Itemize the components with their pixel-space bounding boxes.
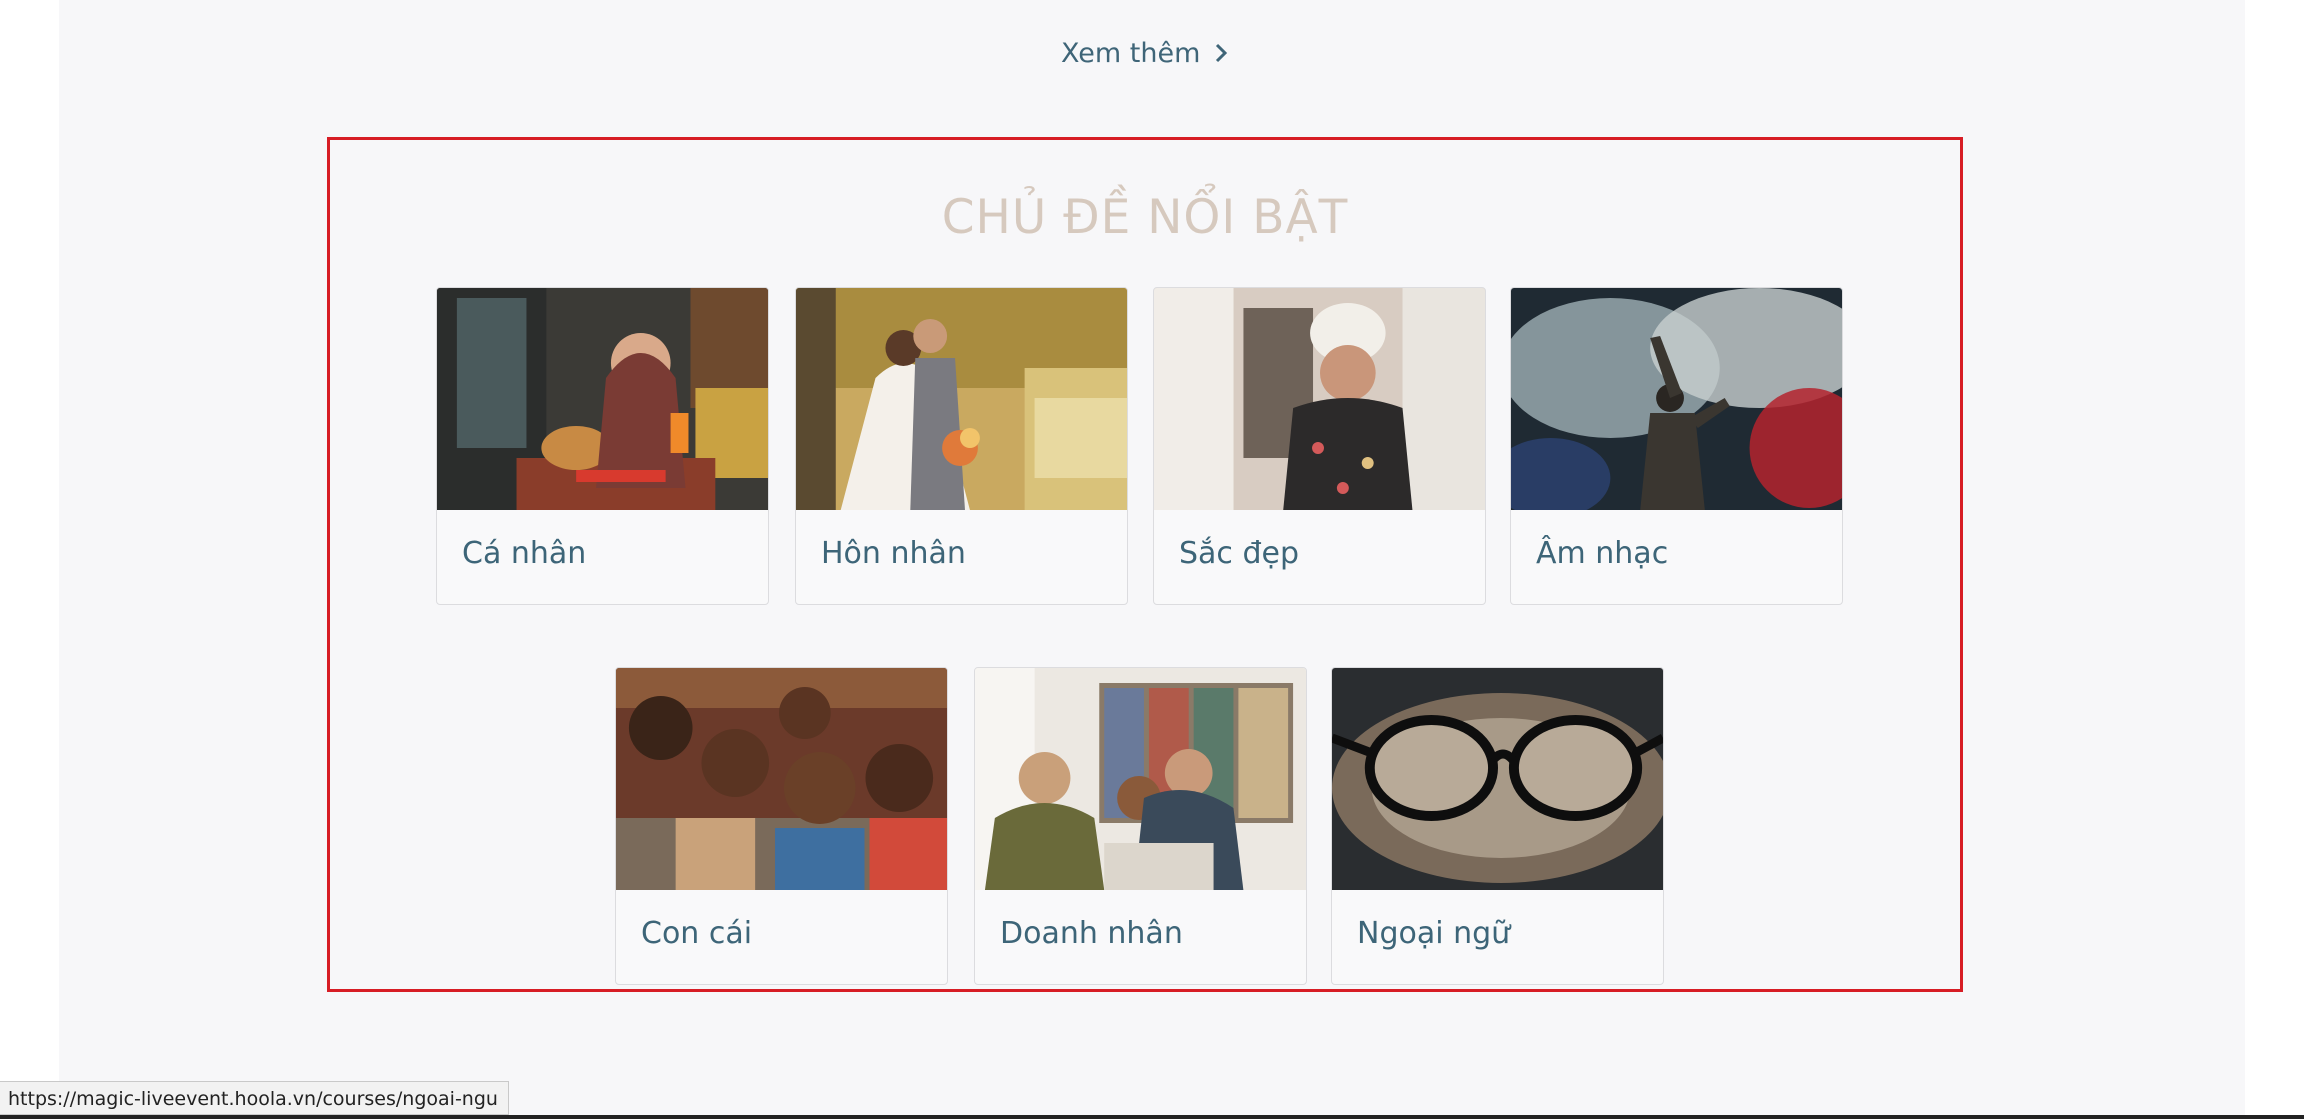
category-card-ngoai-ngu[interactable]: Ngoại ngữ (1331, 667, 1664, 985)
category-label: Ngoại ngữ (1357, 916, 1511, 951)
category-label: Doanh nhân (1000, 916, 1183, 951)
category-label: Âm nhạc (1536, 536, 1669, 571)
category-image (1511, 288, 1842, 510)
category-image (1332, 668, 1663, 890)
category-image (437, 288, 768, 510)
category-image (616, 668, 947, 890)
category-label: Sắc đẹp (1179, 536, 1299, 571)
category-card-doanh-nhan[interactable]: Doanh nhân (974, 667, 1307, 985)
category-image (796, 288, 1127, 510)
category-label: Cá nhân (462, 536, 587, 571)
category-card-sac-dep[interactable]: Sắc đẹp (1153, 287, 1486, 605)
chevron-right-icon (1216, 43, 1228, 63)
category-card-am-nhac[interactable]: Âm nhạc (1510, 287, 1843, 605)
bottom-divider (0, 1115, 2304, 1119)
category-image (975, 668, 1306, 890)
category-image (1154, 288, 1485, 510)
section-title: CHỦ ĐỀ NỔI BẬT (941, 190, 1349, 245)
see-more-label: Xem thêm (1061, 37, 1201, 69)
category-label: Hôn nhân (821, 536, 966, 571)
category-card-hon-nhan[interactable]: Hôn nhân (795, 287, 1128, 605)
see-more-link[interactable]: Xem thêm (1061, 33, 1228, 73)
category-label: Con cái (641, 916, 753, 951)
status-bar-url: https://magic-liveevent.hoola.vn/courses… (0, 1081, 509, 1115)
category-card-con-cai[interactable]: Con cái (615, 667, 948, 985)
category-card-ca-nhan[interactable]: Cá nhân (436, 287, 769, 605)
